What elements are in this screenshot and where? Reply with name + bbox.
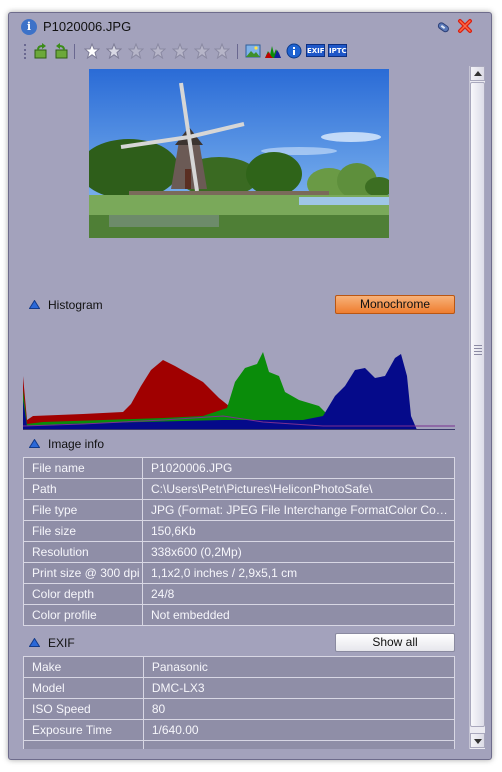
table-row: Print size @ 300 dpi 1,1x2,0 inches / 2,9… [23, 562, 455, 584]
exif-table: Make Panasonic Model DMC-LX3 ISO Speed 80 E… [23, 656, 456, 749]
table-row: File type JPG (Format: JPEG File Intercha… [23, 499, 455, 521]
table-row: Make Panasonic [23, 656, 456, 678]
info-icon: i [21, 19, 37, 35]
collapse-triangle-icon[interactable] [29, 300, 40, 309]
property-key: Print size @ 300 dpi [23, 562, 143, 584]
exif-section-header: EXIF Show all [19, 632, 467, 654]
property-key: Color depth [23, 583, 143, 605]
thumb-grip [474, 345, 482, 346]
property-value[interactable]: Panasonic [142, 656, 456, 678]
toolbar-grip[interactable] [24, 44, 26, 59]
table-row: Color profile Not embedded [23, 604, 455, 626]
property-key: File name [23, 457, 143, 479]
property-key: Path [23, 478, 143, 500]
property-key [23, 740, 144, 749]
property-key: Model [23, 677, 144, 699]
histogram-icon[interactable] [265, 43, 281, 59]
toolbar: EXIF IPTC [9, 40, 491, 62]
table-row: Color depth 24/8 [23, 583, 455, 605]
property-value[interactable]: JPG (Format: JPEG File Interchange Forma… [142, 499, 455, 521]
content-area: Histogram Monochrome Image info File nam… [19, 66, 467, 749]
property-value[interactable]: 1/640.00 [142, 719, 456, 741]
table-row [23, 740, 456, 749]
info-icon[interactable] [286, 43, 302, 59]
property-value[interactable]: DMC-LX3 [142, 677, 456, 699]
scroll-down-button[interactable] [470, 733, 485, 748]
collapse-triangle-icon[interactable] [29, 439, 40, 448]
property-value[interactable] [142, 740, 456, 749]
table-row: Exposure Time 1/640.00 [23, 719, 456, 741]
monochrome-button[interactable]: Monochrome [335, 295, 455, 314]
collapse-triangle-icon[interactable] [29, 638, 40, 647]
table-row: Resolution 338x600 (0,2Mp) [23, 541, 455, 563]
exif-badge[interactable]: EXIF [306, 44, 325, 57]
table-row: Path C:\Users\Petr\Pictures\HeliconPhotoS… [23, 478, 455, 500]
rotate-left-icon[interactable] [33, 43, 49, 59]
table-row: File name P1020006.JPG [23, 457, 455, 479]
star-7-icon[interactable] [214, 43, 230, 59]
property-value[interactable]: 1,1x2,0 inches / 2,9x5,1 cm [142, 562, 455, 584]
iptc-badge[interactable]: IPTC [328, 44, 347, 57]
histogram-section-header: Histogram Monochrome [19, 294, 467, 316]
toolbar-separator [74, 44, 75, 59]
property-value[interactable]: 24/8 [142, 583, 455, 605]
property-value[interactable]: Not embedded [142, 604, 455, 626]
star-3-icon[interactable] [128, 43, 144, 59]
property-key: File type [23, 499, 143, 521]
property-key: ISO Speed [23, 698, 144, 720]
star-1-icon[interactable] [84, 43, 100, 59]
histogram-chart [23, 352, 455, 430]
property-value[interactable]: P1020006.JPG [142, 457, 455, 479]
thumb-grip [474, 354, 482, 355]
rotate-right-icon[interactable] [53, 43, 69, 59]
image-info-table: File name P1020006.JPG Path C:\Users\Petr\… [23, 457, 455, 626]
scroll-up-button[interactable] [470, 66, 485, 81]
arrow-down-icon [474, 739, 482, 744]
property-value[interactable]: 150,6Kb [142, 520, 455, 542]
table-row: File size 150,6Kb [23, 520, 455, 542]
toolbar-separator [237, 44, 238, 59]
property-key: Color profile [23, 604, 143, 626]
property-value[interactable]: 338x600 (0,2Mp) [142, 541, 455, 563]
photo-thumbnail[interactable] [89, 69, 389, 238]
image-info-section-header: Image info [19, 433, 467, 455]
star-2-icon[interactable] [106, 43, 122, 59]
thumb-grip [474, 351, 482, 352]
info-panel-window: i P1020006.JPG EXIF IPTC Histogram Monoc… [8, 12, 492, 760]
arrow-up-icon [474, 71, 482, 76]
show-all-button[interactable]: Show all [335, 633, 455, 652]
thumb-grip [474, 348, 482, 349]
property-key: Make [23, 656, 144, 678]
table-row: ISO Speed 80 [23, 698, 456, 720]
star-5-icon[interactable] [172, 43, 188, 59]
property-key: Exposure Time [23, 719, 144, 741]
property-value[interactable]: C:\Users\Petr\Pictures\HeliconPhotoSafe\ [142, 478, 455, 500]
property-key: Resolution [23, 541, 143, 563]
star-6-icon[interactable] [194, 43, 210, 59]
title-bar: i P1020006.JPG [9, 13, 491, 39]
image-info-label: Image info [48, 437, 105, 451]
histogram-label: Histogram [48, 298, 103, 312]
exif-label: EXIF [48, 636, 75, 650]
property-key: File size [23, 520, 143, 542]
close-icon[interactable] [457, 18, 473, 34]
table-row: Model DMC-LX3 [23, 677, 456, 699]
property-value[interactable]: 80 [142, 698, 456, 720]
image-icon[interactable] [245, 43, 261, 59]
vertical-scrollbar[interactable] [469, 66, 485, 749]
scrollbar-thumb[interactable] [470, 82, 485, 727]
window-title: P1020006.JPG [43, 19, 132, 34]
star-4-icon[interactable] [150, 43, 166, 59]
pin-icon[interactable] [435, 19, 451, 35]
